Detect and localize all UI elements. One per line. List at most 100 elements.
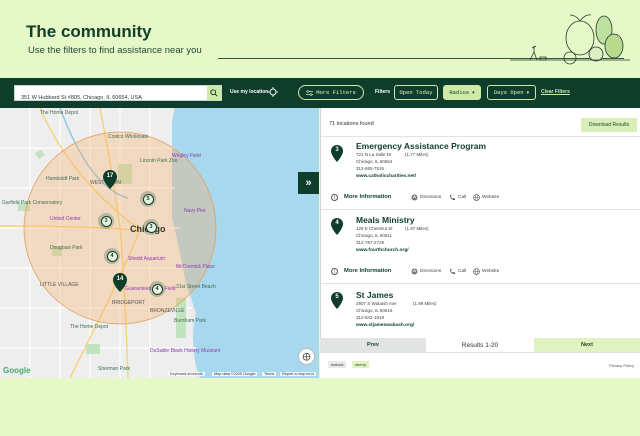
keyboard-shortcuts-link[interactable]: Keyboard shortcuts [168,372,205,376]
radius-label: Radius [449,89,470,96]
open-today-label: Open Today [399,89,433,96]
page-subtitle: Use the filters to find assistance near … [28,45,202,56]
map-label-bridgeport: BRIDGEPORT [112,300,145,306]
directions-link[interactable]: Directions [420,195,441,200]
directions-icon [411,194,418,201]
website-link[interactable]: Website [482,195,499,200]
search-icon [210,89,218,97]
map-label-mccormick: McCormick Place [176,264,215,270]
more-information-link[interactable]: More Information [344,194,391,200]
location-phone: 312-787-2729 [356,240,385,245]
map-cluster[interactable]: 5 [140,191,156,207]
location-pin: 4 [331,218,343,235]
location-website[interactable]: www.stjameswabash.org/ [356,323,414,328]
location-name: Meals Ministry [356,215,415,225]
phone-icon [450,194,455,200]
globe-icon [473,194,480,201]
globe-icon [473,268,480,275]
location-distance: (1.77 Miles) [405,152,429,157]
map-cluster[interactable]: 3 [98,213,114,229]
more-filters-label: More Filters [316,89,356,96]
chevron-down-icon: ▾ [472,89,475,96]
results-count: 71 locations found [329,121,374,127]
map-label-garfield: Garfield Park Conservatory [2,200,63,206]
map-label-bronzeville: BRONZEVILLE [150,308,185,314]
radius-dropdown[interactable]: Radius ▾ [443,85,481,100]
map-view[interactable]: The Home Depot Costco Wholesale Lincoln … [0,108,319,378]
map-label-humboldt: Humboldt Park [46,176,80,182]
info-icon: i [331,194,338,201]
prev-page-button[interactable]: Prev [320,338,426,352]
location-city: Chicago, IL 60654 [356,159,393,164]
use-location-button[interactable]: Use my location [230,89,268,95]
results-range: Results 1-20 [426,338,534,352]
filter-bar: Use my location More Filters Filters Ope… [0,78,640,108]
info-icon: i [331,268,338,275]
map-control-icon[interactable]: ⨁ [298,348,315,365]
map-label-douglass: Douglass Park [50,245,83,251]
map-cluster[interactable]: 3 [143,219,159,235]
privacy-policy-link[interactable]: Privacy Policy [609,363,634,368]
partner-logo: sherry [352,361,370,368]
map-label-shedd: Shedd Aquarium [128,256,165,262]
crosshair-icon[interactable] [268,87,278,97]
download-results-button[interactable]: Download Results [581,118,637,132]
open-today-button[interactable]: Open Today [394,85,438,100]
panel-footer: instock sherry Privacy Policy [320,352,640,378]
location-city: Chicago, IL 60616 [356,308,393,313]
location-pin: 3 [331,145,343,162]
map-canvas [0,108,319,378]
location-street: 126 E Chestnut St [356,226,393,231]
location-street: 721 N La Salle Dr [356,152,392,157]
location-card: 5 St James 2907 S Wabash Ave (1.99 Miles… [321,283,640,338]
address-search-button[interactable] [207,86,221,100]
address-search [14,85,222,105]
location-card: 4 Meals Ministry 126 E Chestnut St (1.97… [321,209,640,283]
report-map-error-link[interactable]: Report a map error [280,372,317,376]
partner-logo: instock [328,361,347,368]
map-label-little-village: LITTLE VILLAGE [40,282,79,288]
location-actions: i More Information Directions Call Websi… [331,193,631,205]
clear-filters-link[interactable]: Clear Filters [541,89,570,95]
location-distance: (1.97 Miles) [405,226,429,231]
map-cluster[interactable]: 4 [149,281,165,297]
location-phone: 312-655-7516 [356,166,385,171]
map-pin[interactable]: 14 [113,273,127,292]
call-link[interactable]: Call [458,195,466,200]
map-label-united-center: United Center [50,216,81,222]
location-phone: 312-842-1919 [356,315,385,320]
days-open-label: Days Open [493,89,524,96]
expand-list-button[interactable]: » [298,172,319,194]
address-input[interactable] [15,91,205,105]
filters-label: Filters [375,89,391,95]
map-cluster[interactable]: 4 [104,248,120,264]
location-name: St James [356,290,394,300]
map-pin[interactable]: 17 [103,170,117,189]
location-street: 2907 S Wabash Ave [356,301,397,306]
location-distance: (1.99 Miles) [413,301,437,306]
map-label-navy-pier: Navy Pier [184,208,206,214]
map-label-wrigley: Wrigley Field [172,153,201,159]
directions-link[interactable]: Directions [420,269,441,274]
location-website[interactable]: www.fourthchurch.org/ [356,248,409,253]
call-link[interactable]: Call [458,269,466,274]
days-open-dropdown[interactable]: Days Open ▾ [487,85,536,100]
location-website[interactable]: www.catholiccharities.net/ [356,174,416,179]
terms-link[interactable]: Terms [262,372,277,376]
chevron-down-icon: ▾ [526,89,530,96]
directions-icon [411,268,418,275]
map-label-sherman: Sherman Park [98,366,130,372]
map-label-home-depot: The Home Depot [40,110,79,116]
website-link[interactable]: Website [482,269,499,274]
more-information-link[interactable]: More Information [344,268,391,274]
location-pin: 5 [331,292,343,309]
location-actions: i More Information Directions Call Websi… [331,267,631,279]
map-label-costco: Costco Wholesale [108,134,149,140]
map-label-home-depot-2: The Home Depot [70,324,109,330]
map-label-burnham: Burnham Park [174,318,206,324]
more-filters-button[interactable]: More Filters [298,85,364,100]
next-page-button[interactable]: Next [534,338,640,352]
sliders-icon [306,89,314,96]
location-card: 3 Emergency Assistance Program 721 N La … [321,136,640,209]
double-chevron-right-icon: » [305,177,312,189]
